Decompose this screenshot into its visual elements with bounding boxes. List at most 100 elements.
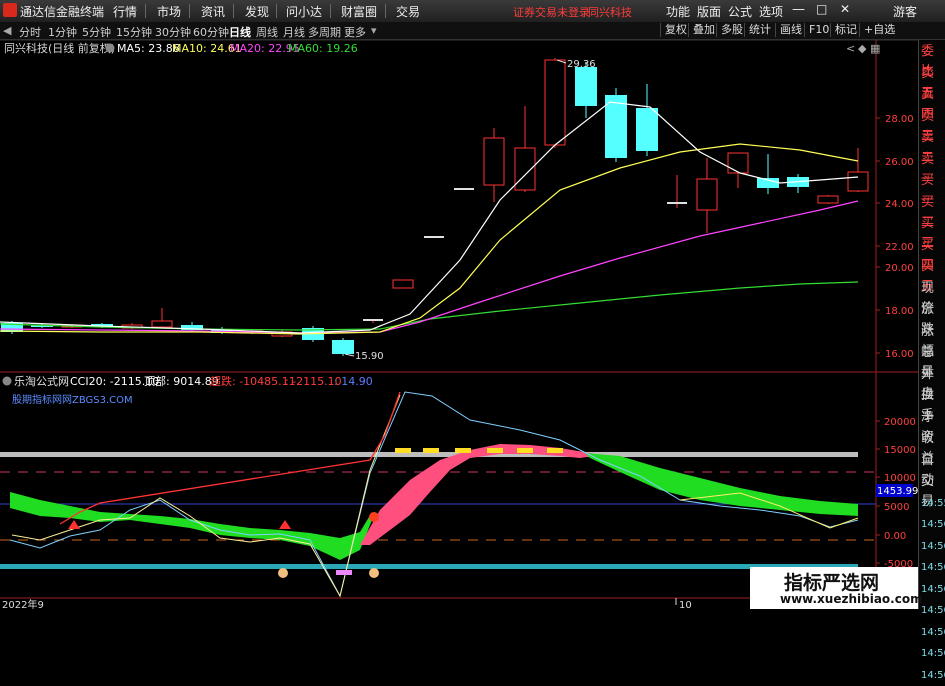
tab-60min[interactable]: 60分钟 [193,24,229,40]
yellow-signal-dash [547,448,563,453]
menu-item-ask[interactable]: 问小达 [286,3,322,20]
indicator-pane: 20000150001000050000.00-50001453.99 [0,391,918,598]
statistics-button[interactable]: 统计 [744,23,775,37]
yellow-signal-dash [487,448,503,453]
indicator-settings-icon[interactable] [2,376,12,386]
quote-panel-item: 14:56 [921,583,945,595]
tab-5min[interactable]: 5分钟 [82,24,111,40]
tab-30min[interactable]: 30分钟 [155,24,191,40]
quote-panel-item: 14:56 [921,562,945,573]
candle-body-down [575,67,597,106]
menu-divider [330,4,331,18]
tab-1min[interactable]: 1分钟 [48,24,77,40]
watermark-title: 指标严选网 [784,572,880,594]
watermark: 指标严选网 www.xuezhibiao.com [750,567,923,609]
candle-body-up [151,320,173,328]
login-warning[interactable]: 证券交易未登录 [513,4,590,20]
quote-panel: 委比 卖五 卖四 卖三 卖二 卖一 买一 买二 买三 买四 买五 现价 涨跌 涨幅 总量 外盘 换手 净资 收益 自动… [918,40,945,681]
menu-item-news[interactable]: 资讯 [201,3,225,20]
menu-divider [233,4,234,18]
menu-item-wealth[interactable]: 财富圈 [341,3,377,20]
ma60-label: MA60: 19.26 [288,42,358,55]
f10-button[interactable]: F10 [804,23,833,37]
menu-item-discover[interactable]: 发现 [245,3,269,20]
quote-panel-item: 14:56 [921,605,945,616]
buy-triangle-icon [68,520,80,529]
tab-daily[interactable]: 日线 [229,24,251,40]
chevron-down-icon[interactable]: ▾ [371,24,377,37]
ma60-line [0,281,859,331]
price-tick-label: 20.00 [885,263,914,274]
period-toolbar: ◀ 分时 1分钟 5分钟 15分钟 30分钟 60分钟 日线 周线 月线 多周期… [0,22,945,40]
tab-intraday[interactable]: 分时 [19,24,41,40]
indicator-name: 乐淘公式网 [14,375,69,388]
maximize-icon[interactable]: □ [816,2,827,16]
menu-bar: 通达信金融终端 行情 市场 资讯 发现 问小达 财富圈 交易 证券交易未登录 同… [0,0,945,23]
indicator-tick-label: 10000 [884,473,916,484]
title-stock-name: 同兴科技 [588,6,632,19]
draw-line-button[interactable]: 画线 [775,23,806,37]
mark-button[interactable]: 标记 [830,23,861,37]
quote-panel-item: 14:55 [921,497,945,509]
price-tick-label: 16.00 [885,349,914,360]
chart-zoom-icon[interactable]: ◆ [858,42,867,55]
fire-icon [369,512,379,522]
indicator-green-ribbon-left [10,492,372,560]
yellow-signal-dash [423,448,439,453]
back-arrow-icon[interactable]: ◀ [3,24,11,37]
tab-15min[interactable]: 15分钟 [116,24,152,40]
multi-stock-button[interactable]: 多股 [716,23,747,37]
menu-item-exchange[interactable]: 市场 [157,3,181,20]
menu-divider [145,4,146,18]
chart-menu-icon[interactable]: ▦ [870,42,880,55]
ma20-line [0,200,859,334]
ma5-line [0,101,859,334]
indicator-pink-ribbon [360,444,600,545]
settings-icon[interactable] [105,43,115,53]
menu-item-market[interactable]: 行情 [113,3,137,20]
menu-item-trade[interactable]: 交易 [396,3,420,20]
cursor-value: 1453.99 [877,486,918,497]
close-icon[interactable]: ✕ [840,2,850,16]
chart-area[interactable]: 同兴科技(日线 前复权) MA5: 23.86 MA10: 24.61 MA20… [0,40,918,609]
yellow-signal-dash [455,448,471,453]
ma5-label: MA5: 23.86 [117,42,180,55]
moving-average-lines [0,59,859,357]
low-pointer [344,353,355,357]
menu-item-function[interactable]: 功能 [666,3,690,20]
watermark-url: www.xuezhibiao.com [780,592,923,606]
time-axis-mid: 10 [679,600,692,609]
buy-triangle-icon [279,520,291,529]
chart-expand-icon[interactable]: < [846,42,855,55]
candle-body-up [696,178,718,211]
quote-panel-item: 14:56 [921,669,945,681]
indicator-value-2: : 14.90 [334,375,373,388]
candlestick-series [1,58,869,356]
tab-more[interactable]: 更多 [344,24,366,40]
menu-divider [189,4,190,18]
menu-item-formula[interactable]: 公式 [728,3,752,20]
menu-divider [385,4,386,18]
app-logo-icon [3,3,17,17]
menu-item-options[interactable]: 选项 [759,3,783,20]
time-axis-start: 2022年9 [2,598,44,609]
bottom-threshold-band [0,564,858,569]
indicator-tick-label: 15000 [884,445,916,456]
add-watchlist-button[interactable]: +自选 [859,23,899,37]
tab-multi-period[interactable]: 多周期 [308,24,341,40]
low-price-label: 15.90 [355,351,384,362]
candle-body-up [392,279,414,289]
overlay-button[interactable]: 叠加 [688,23,719,37]
candle-body-up [544,59,566,146]
tab-weekly[interactable]: 周线 [256,24,278,40]
menu-item-layout[interactable]: 版面 [697,3,721,20]
purple-signal-dash [336,570,352,575]
indicator-tick-label: 5000 [884,502,909,513]
adjust-button[interactable]: 复权 [660,23,691,37]
minimize-icon[interactable]: — [792,2,805,17]
quote-panel-item: 14:56 [921,540,945,552]
tab-monthly[interactable]: 月线 [283,24,305,40]
guest-label[interactable]: 游客 [893,3,917,20]
price-tick-label: 24.00 [885,199,914,210]
app-title: 通达信金融终端 [20,5,105,19]
